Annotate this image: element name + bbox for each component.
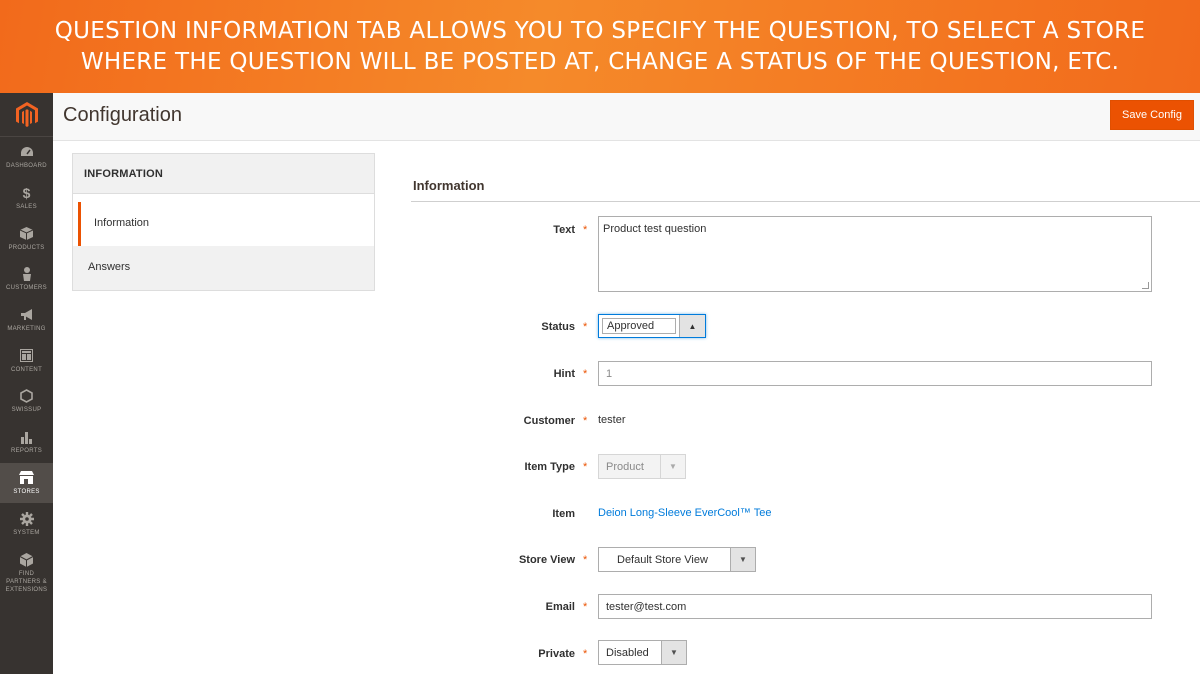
chevron-up-icon[interactable]: ▲ bbox=[679, 315, 705, 337]
customer-required-mark: * bbox=[583, 415, 588, 427]
text-value: Product test question bbox=[603, 223, 707, 235]
store-view-label: Store View bbox=[518, 554, 575, 566]
item-type-required-mark: * bbox=[583, 461, 588, 473]
nav-sales-label: SALES bbox=[16, 204, 37, 211]
nav-system[interactable]: SYSTEM bbox=[0, 503, 53, 544]
email-label: Email bbox=[545, 601, 575, 613]
store-view-select-value: Default Store View bbox=[617, 554, 708, 566]
nav-marketing-label: MARKETING bbox=[7, 326, 46, 333]
private-select-value: Disabled bbox=[606, 647, 649, 659]
item-type-select: Product ▼ bbox=[598, 454, 686, 479]
page-header: Configuration Save Config bbox=[53, 93, 1200, 141]
nav-find-partners-label: FIND PARTNERS & EXTENSIONS bbox=[5, 570, 48, 593]
chevron-down-icon: ▼ bbox=[660, 455, 685, 478]
item-label: Item bbox=[552, 508, 575, 520]
email-field[interactable]: tester@test.com bbox=[598, 594, 1152, 619]
nav-stores-label: STORES bbox=[13, 488, 40, 495]
nav-reports[interactable]: REPORTS bbox=[0, 422, 53, 463]
section-title: Information bbox=[413, 178, 485, 193]
dashboard-icon bbox=[19, 144, 35, 160]
text-label: Text bbox=[553, 224, 575, 236]
magento-logo-icon bbox=[15, 101, 38, 127]
bar-chart-icon bbox=[19, 429, 35, 445]
tabs-heading[interactable]: INFORMATION bbox=[72, 153, 375, 194]
gear-icon bbox=[19, 511, 35, 527]
tabs-panel: INFORMATION Information Answers bbox=[72, 153, 375, 291]
text-textarea[interactable]: Product test question bbox=[598, 216, 1152, 292]
cube-icon bbox=[19, 552, 35, 568]
layout-icon bbox=[19, 348, 35, 364]
text-required-mark: * bbox=[583, 224, 588, 236]
private-required-mark: * bbox=[583, 648, 588, 660]
nav-swissup-label: SWISSUP bbox=[11, 407, 42, 414]
box-icon bbox=[19, 226, 35, 242]
item-type-label: Item Type bbox=[524, 461, 575, 473]
section-divider bbox=[411, 201, 1200, 202]
hint-input[interactable]: 1 bbox=[598, 361, 1152, 386]
nav-content[interactable]: CONTENT bbox=[0, 340, 53, 381]
nav-products[interactable]: PRODUCTS bbox=[0, 218, 53, 259]
admin-sidebar: DASHBOARD $ SALES PRODUCTS CUSTOMERS MAR… bbox=[0, 93, 53, 674]
resize-grip-icon[interactable] bbox=[1142, 282, 1149, 289]
customer-value: tester bbox=[598, 414, 626, 426]
nav-content-label: CONTENT bbox=[10, 366, 43, 373]
status-required-mark: * bbox=[583, 321, 588, 333]
nav-dashboard-label: DASHBOARD bbox=[6, 163, 47, 170]
store-view-required-mark: * bbox=[583, 554, 588, 566]
item-type-select-value: Product bbox=[606, 461, 644, 473]
status-select-value: Approved bbox=[602, 318, 676, 334]
dollar-icon: $ bbox=[22, 185, 31, 202]
banner-text: QUESTION INFORMATION TAB ALLOWS YOU TO S… bbox=[50, 16, 1150, 78]
page-title: Configuration bbox=[63, 104, 182, 126]
nav-customers[interactable]: CUSTOMERS bbox=[0, 259, 53, 300]
private-select[interactable]: Disabled ▼ bbox=[598, 640, 687, 665]
instruction-banner: QUESTION INFORMATION TAB ALLOWS YOU TO S… bbox=[0, 0, 1200, 93]
store-icon bbox=[19, 470, 35, 486]
tabs-list: Information Answers bbox=[72, 194, 375, 291]
status-select[interactable]: Approved ▲ bbox=[598, 314, 706, 338]
private-label: Private bbox=[538, 648, 575, 660]
status-label: Status bbox=[541, 321, 575, 333]
megaphone-icon bbox=[19, 307, 35, 323]
nav-system-label: SYSTEM bbox=[13, 529, 40, 536]
nav-dashboard[interactable]: DASHBOARD bbox=[0, 137, 53, 178]
banner-line-2: WHERE THE QUESTION WILL BE POSTED AT, CH… bbox=[80, 48, 1120, 75]
nav-find-partners[interactable]: FIND PARTNERS & EXTENSIONS bbox=[0, 544, 53, 602]
chevron-down-icon[interactable]: ▼ bbox=[661, 641, 686, 664]
item-link[interactable]: Deion Long-Sleeve EverCool™ Tee bbox=[598, 507, 771, 519]
chevron-down-icon[interactable]: ▼ bbox=[730, 548, 755, 571]
nav-sales[interactable]: $ SALES bbox=[0, 178, 53, 219]
banner-line-1: QUESTION INFORMATION TAB ALLOWS YOU TO S… bbox=[54, 17, 1146, 44]
person-icon bbox=[19, 266, 35, 282]
nav-stores[interactable]: STORES bbox=[0, 462, 53, 504]
store-view-select[interactable]: Default Store View ▼ bbox=[598, 547, 756, 572]
nav-swissup[interactable]: SWISSUP bbox=[0, 381, 53, 422]
nav-reports-label: REPORTS bbox=[11, 448, 42, 455]
tab-information[interactable]: Information bbox=[78, 202, 374, 246]
tab-answers[interactable]: Answers bbox=[73, 246, 374, 290]
customer-label: Customer bbox=[523, 415, 575, 427]
save-config-button[interactable]: Save Config bbox=[1110, 100, 1194, 130]
nav-products-label: PRODUCTS bbox=[8, 244, 45, 251]
email-required-mark: * bbox=[583, 601, 588, 613]
nav-customers-label: CUSTOMERS bbox=[6, 285, 47, 292]
hint-label: Hint bbox=[553, 368, 575, 380]
hint-required-mark: * bbox=[583, 368, 588, 380]
magento-logo[interactable] bbox=[0, 93, 53, 137]
hexagon-icon bbox=[19, 388, 35, 404]
nav-marketing[interactable]: MARKETING bbox=[0, 300, 53, 341]
